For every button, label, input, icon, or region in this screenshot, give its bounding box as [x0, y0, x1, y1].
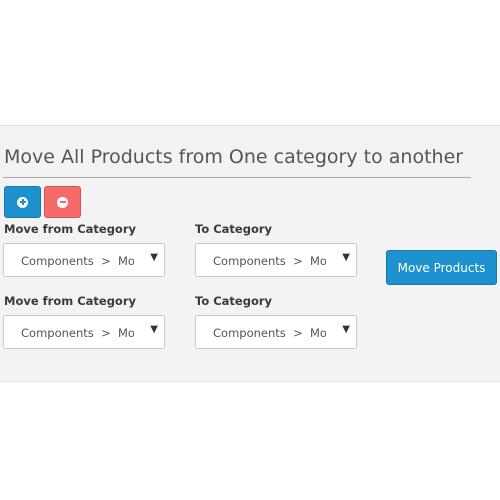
- caret-down-icon: ▼: [150, 252, 158, 263]
- plus-circle-icon: [17, 196, 28, 208]
- remove-row-button[interactable]: [44, 186, 81, 218]
- move-from-category-label: Move from Category: [4, 294, 137, 308]
- to-category-select[interactable]: Components > Monitors ▼: [195, 243, 357, 277]
- add-row-button[interactable]: [4, 186, 41, 218]
- to-category-label: To Category: [195, 294, 273, 308]
- select-value: Components > Monitors: [21, 326, 134, 340]
- caret-down-icon: ▼: [150, 324, 158, 335]
- select-value: Components > Monitors: [21, 254, 134, 268]
- select-value: Components > Monitors: [213, 326, 326, 340]
- move-products-button[interactable]: Move Products: [386, 250, 497, 285]
- to-category-select[interactable]: Components > Monitors ▼: [195, 315, 357, 349]
- select-value: Components > Monitors: [213, 254, 326, 268]
- caret-down-icon: ▼: [342, 252, 350, 263]
- move-from-category-select[interactable]: Components > Monitors ▼: [3, 315, 165, 349]
- caret-down-icon: ▼: [342, 324, 350, 335]
- title-divider: [3, 177, 471, 178]
- move-from-category-select[interactable]: Components > Monitors ▼: [3, 243, 165, 277]
- to-category-label: To Category: [195, 222, 273, 236]
- move-products-panel: Move All Products from One category to a…: [0, 125, 500, 382]
- minus-circle-icon: [57, 196, 68, 208]
- page-title: Move All Products from One category to a…: [4, 146, 464, 168]
- move-from-category-label: Move from Category: [4, 222, 137, 236]
